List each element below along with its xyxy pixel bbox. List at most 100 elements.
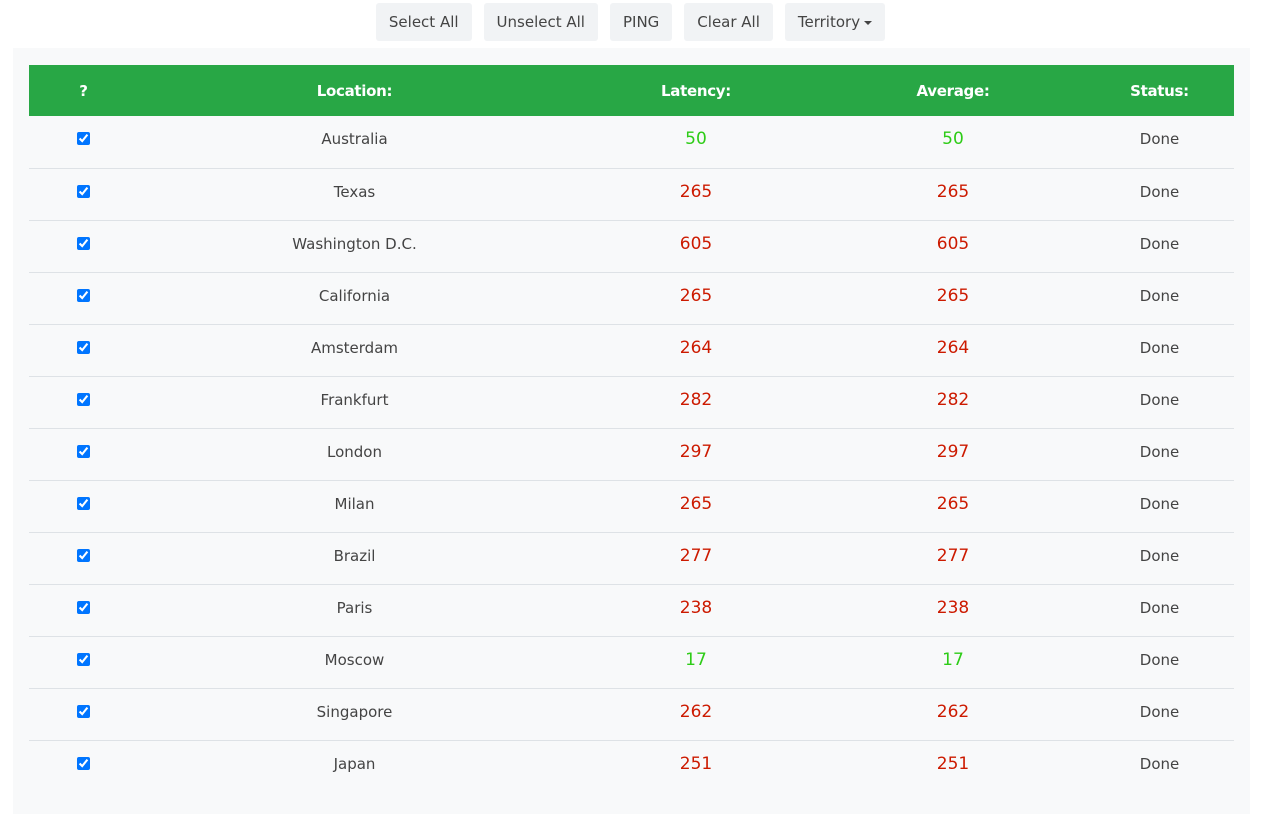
status-cell: Done	[1085, 168, 1234, 221]
row-select-cell	[29, 688, 138, 741]
row-select-cell	[29, 168, 138, 221]
average-cell: 251	[936, 753, 970, 774]
table-row: Frankfurt 282 282 Done	[29, 376, 1234, 429]
row-checkbox[interactable]	[77, 392, 90, 406]
table-row: Australia 50 50 Done	[29, 116, 1234, 169]
ping-results-table: ? Location: Latency: Average: Status: Au…	[29, 65, 1234, 792]
row-checkbox[interactable]	[77, 184, 90, 198]
row-select-cell	[29, 636, 138, 689]
row-select-cell	[29, 220, 138, 273]
status-cell: Done	[1085, 688, 1234, 741]
status-cell: Done	[1085, 324, 1234, 377]
toolbar: Select All Unselect All PING Clear All T…	[0, 3, 1261, 41]
row-checkbox[interactable]	[77, 496, 90, 510]
territory-dropdown[interactable]: Territory	[784, 3, 886, 41]
average-cell: 282	[821, 376, 1085, 429]
location-cell: Paris	[138, 584, 571, 637]
location-cell: Japan	[333, 754, 376, 773]
unselect-all-button[interactable]: Unselect All	[483, 3, 598, 41]
row-select-cell	[29, 376, 138, 429]
row-checkbox[interactable]	[77, 704, 90, 718]
table-row: Moscow 17 17 Done	[29, 636, 1234, 689]
row-checkbox[interactable]	[77, 288, 90, 302]
status-cell: Done	[1139, 754, 1180, 773]
row-checkbox[interactable]	[77, 132, 90, 145]
status-cell: Done	[1085, 480, 1234, 533]
status-cell: Done	[1085, 220, 1234, 273]
location-cell: Washington D.C.	[138, 220, 571, 273]
row-select-cell	[29, 532, 138, 585]
table-row: Amsterdam 264 264 Done	[29, 324, 1234, 377]
average-cell: 238	[821, 584, 1085, 637]
status-cell: Done	[1085, 584, 1234, 637]
row-checkbox[interactable]	[77, 756, 90, 770]
header-location: Location:	[316, 81, 393, 100]
table-row: Singapore 262 262 Done	[29, 688, 1234, 741]
clear-all-button[interactable]: Clear All	[684, 3, 773, 41]
table-row: Texas 265 265 Done	[29, 168, 1234, 221]
latency-cell: 265	[571, 480, 821, 533]
results-panel: ? Location: Latency: Average: Status: Au…	[13, 48, 1250, 814]
header-status: Status:	[1130, 81, 1189, 100]
latency-cell: 50	[571, 116, 821, 169]
ping-button[interactable]: PING	[609, 3, 673, 41]
header-average: Average:	[916, 81, 990, 100]
row-checkbox[interactable]	[77, 444, 90, 458]
row-checkbox[interactable]	[77, 600, 90, 614]
location-cell: Brazil	[138, 532, 571, 585]
latency-cell: 265	[571, 272, 821, 325]
average-cell: 50	[821, 116, 1085, 169]
average-cell: 277	[821, 532, 1085, 585]
row-select-cell	[29, 584, 138, 637]
average-cell: 265	[821, 168, 1085, 221]
location-cell: Australia	[138, 116, 571, 169]
latency-cell: 265	[571, 168, 821, 221]
row-checkbox[interactable]	[77, 652, 90, 666]
latency-cell: 251	[679, 753, 713, 774]
row-checkbox[interactable]	[77, 236, 90, 250]
row-checkbox[interactable]	[77, 340, 90, 354]
average-cell: 605	[821, 220, 1085, 273]
table-row: Brazil 277 277 Done	[29, 532, 1234, 585]
row-select-cell	[29, 116, 138, 169]
latency-cell: 282	[571, 376, 821, 429]
table-row: California 265 265 Done	[29, 272, 1234, 325]
caret-down-icon	[864, 21, 873, 25]
latency-cell: 297	[571, 428, 821, 481]
table-row: Milan 265 265 Done	[29, 480, 1234, 533]
latency-cell: 277	[571, 532, 821, 585]
header-latency: Latency:	[661, 81, 731, 100]
average-cell: 264	[821, 324, 1085, 377]
status-cell: Done	[1085, 272, 1234, 325]
select-all-button[interactable]: Select All	[375, 3, 472, 41]
status-cell: Done	[1085, 532, 1234, 585]
table-body: Australia 50 50 Done Texas 265 265 Done …	[29, 116, 1234, 792]
row-select-cell	[29, 740, 138, 792]
average-cell: 17	[821, 636, 1085, 689]
average-cell: 297	[821, 428, 1085, 481]
latency-cell: 605	[571, 220, 821, 273]
row-checkbox[interactable]	[77, 548, 90, 562]
row-select-cell	[29, 428, 138, 481]
location-cell: California	[138, 272, 571, 325]
latency-cell: 262	[571, 688, 821, 741]
average-cell: 265	[821, 480, 1085, 533]
location-cell: Singapore	[138, 688, 571, 741]
table-row: London 297 297 Done	[29, 428, 1234, 481]
territory-label: Territory	[797, 13, 861, 31]
table-header-row: ? Location: Latency: Average: Status:	[29, 65, 1234, 116]
location-cell: Milan	[138, 480, 571, 533]
table-row: Paris 238 238 Done	[29, 584, 1234, 637]
header-select: ?	[79, 81, 88, 100]
table-row: Washington D.C. 605 605 Done	[29, 220, 1234, 273]
location-cell: Texas	[138, 168, 571, 221]
status-cell: Done	[1085, 636, 1234, 689]
latency-cell: 17	[571, 636, 821, 689]
table-row: Japan 251 251 Done	[29, 740, 1234, 792]
status-cell: Done	[1085, 376, 1234, 429]
average-cell: 262	[821, 688, 1085, 741]
location-cell: Moscow	[138, 636, 571, 689]
location-cell: Frankfurt	[138, 376, 571, 429]
status-cell: Done	[1085, 428, 1234, 481]
latency-cell: 238	[571, 584, 821, 637]
